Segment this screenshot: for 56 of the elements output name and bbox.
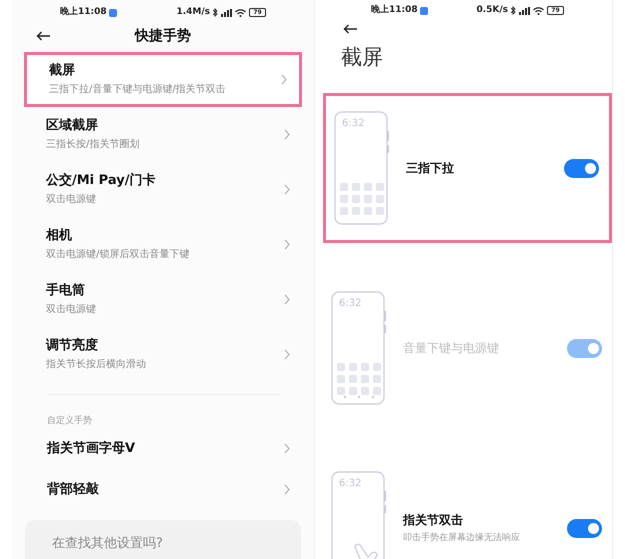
option-label: 音量下键与电源键 [403, 340, 500, 357]
item-title: 手电筒 [46, 282, 86, 300]
chevron-right-icon [284, 294, 290, 305]
clock-text: 6:32 [339, 297, 362, 311]
item-title: 调节亮度 [46, 336, 99, 355]
chevron-right-icon [284, 348, 290, 360]
chevron-right-icon [281, 74, 287, 85]
back-arrow-icon[interactable] [343, 24, 358, 34]
page-title: 快捷手势 [135, 26, 191, 46]
network-speed: 1.4M/s [176, 6, 210, 19]
option-subtitle: 叩击手势在屏幕边缘无法响应 [403, 532, 521, 545]
chevron-right-icon [284, 443, 290, 454]
chevron-right-icon [284, 238, 290, 250]
clock-text: 6:32 [342, 117, 364, 131]
page-title: 截屏 [341, 44, 384, 70]
option-label: 三指下拉 [406, 160, 455, 177]
item-title: 区域截屏 [46, 116, 99, 135]
section-label: 自定义手势 [47, 414, 93, 428]
clock-text: 6:32 [339, 477, 362, 491]
status-time: 晚上11:08 [371, 4, 418, 17]
chevron-right-icon [284, 184, 290, 195]
item-subtitle: 三指下拉/音量下键与电源键/指关节双击 [49, 82, 226, 98]
bluetooth-icon [511, 6, 516, 16]
app-notification-icon [420, 6, 428, 15]
toggle-switch[interactable] [564, 158, 599, 178]
wifi-icon [533, 6, 544, 15]
settings-item[interactable]: 截屏 三指下拉/音量下键与电源键/指关节双击 [24, 52, 302, 107]
toggle-switch[interactable] [567, 518, 602, 538]
wifi-icon [235, 8, 246, 17]
settings-item[interactable]: 指关节画字母V [12, 428, 314, 469]
item-title: 相机 [46, 226, 73, 245]
settings-item[interactable]: 背部轻敲 [12, 468, 314, 510]
settings-item[interactable]: 手电筒 双击电源键 [24, 272, 302, 327]
network-speed: 0.5K/s [476, 4, 508, 17]
settings-item[interactable]: 区域截屏 三指长按/指关节圈划 [24, 106, 302, 162]
item-title: 背部轻敲 [47, 480, 99, 499]
back-arrow-icon[interactable] [36, 31, 51, 42]
option-label: 指关节双击 [403, 512, 464, 529]
signal-icon [221, 8, 232, 17]
item-subtitle: 双击电源键 [46, 302, 96, 318]
settings-item[interactable]: 公交/Mi Pay/门卡 双击电源键 [24, 162, 302, 217]
chevron-right-icon [284, 128, 290, 140]
signal-icon [519, 6, 530, 15]
item-subtitle: 双击电源键 [46, 192, 97, 208]
bluetooth-icon [213, 8, 218, 18]
item-title: 指关节画字母V [47, 440, 136, 458]
settings-item[interactable]: 调节亮度 指关节长按后横向滑动 [24, 326, 302, 382]
status-time: 晚上11:08 [60, 6, 107, 19]
item-title: 公交/Mi Pay/门卡 [46, 172, 156, 190]
item-subtitle: 双击电源键/锁屏后双击音量下键 [46, 248, 190, 262]
item-subtitle: 指关节长按后横向滑动 [46, 358, 146, 372]
chevron-right-icon [284, 484, 290, 495]
item-title: 截屏 [49, 62, 76, 80]
settings-item[interactable]: 相机 双击电源键/锁屏后双击音量下键 [24, 216, 302, 272]
item-subtitle: 三指长按/指关节圈划 [46, 138, 140, 152]
app-notification-icon [108, 8, 117, 17]
